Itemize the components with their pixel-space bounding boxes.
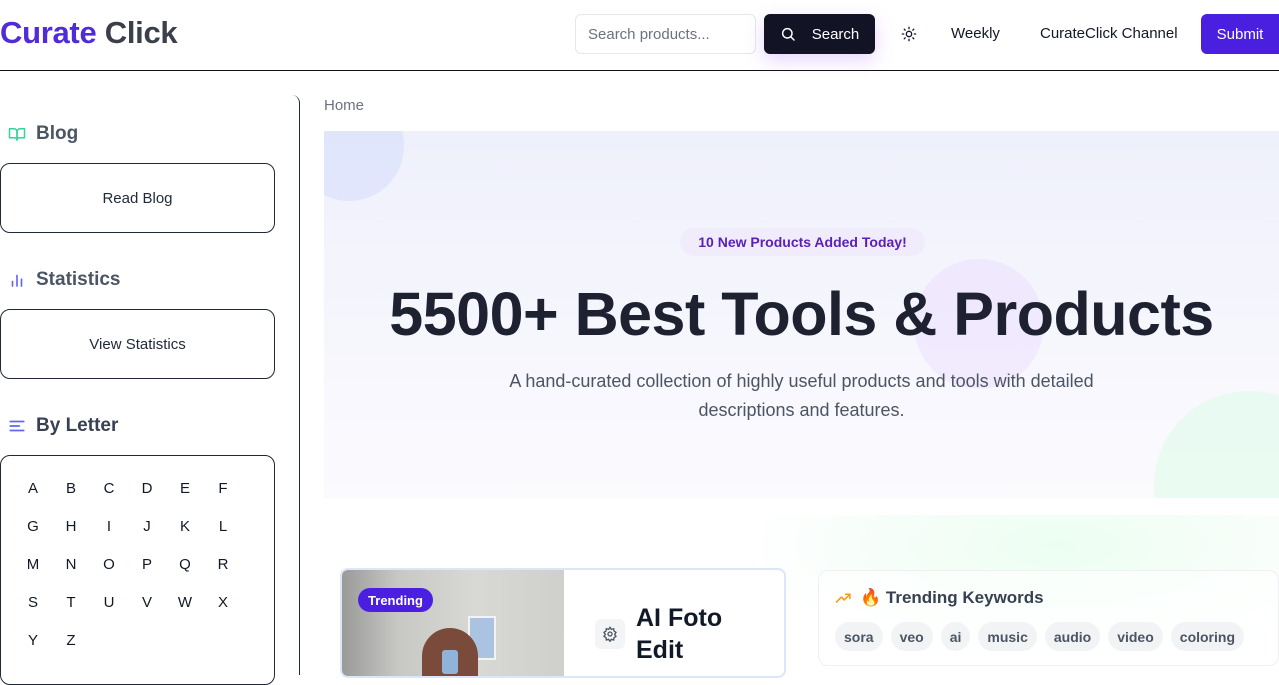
nav-curateclick-channel[interactable]: CurateClick Channel [1040, 25, 1178, 42]
letter-link-u[interactable]: U [99, 594, 119, 611]
blog-heading: Blog [8, 123, 78, 145]
sun-icon [901, 26, 917, 42]
nav-weekly[interactable]: Weekly [951, 25, 1000, 42]
search-input[interactable] [575, 14, 756, 54]
letter-link-y[interactable]: Y [23, 632, 43, 649]
letter-link-e[interactable]: E [175, 480, 195, 497]
letter-link-p[interactable]: P [137, 556, 157, 573]
breadcrumb-home[interactable]: Home [324, 97, 364, 114]
trending-keywords-heading: 🔥 Trending Keywords [835, 588, 1044, 608]
letter-link-l[interactable]: L [213, 518, 233, 535]
header: Curate Click Search Weekly CurateClick C… [0, 0, 1279, 71]
hero-subtitle: A hand-curated collection of highly usef… [509, 371, 1094, 420]
gear-icon [603, 626, 617, 642]
hero-title: 5500+ Best Tools & Products [389, 280, 1214, 348]
letter-link-i[interactable]: I [99, 518, 119, 535]
letter-link-j[interactable]: J [137, 518, 157, 535]
bar-chart-icon [11, 274, 23, 287]
letter-link-a[interactable]: A [23, 480, 43, 497]
blog-heading-label: Blog [36, 123, 79, 144]
letter-link-w[interactable]: W [175, 594, 195, 611]
keyword-chip[interactable]: veo [890, 622, 933, 651]
product-logo [595, 619, 625, 649]
trending-badge: Trending [358, 588, 433, 612]
logo[interactable]: Curate Click [0, 15, 178, 51]
logo-part-2: Click [104, 15, 178, 50]
letter-link-c[interactable]: C [99, 480, 119, 497]
letter-link-x[interactable]: X [213, 594, 233, 611]
letter-grid: A B C D E F G H I J K L M N O P Q R S T U V W X Y Z [0, 455, 275, 685]
decorative-blob [1154, 391, 1279, 498]
keyword-chip[interactable]: audio [1044, 622, 1101, 651]
hero-section: 10 New Products Added Today! 5500+ Best … [324, 131, 1279, 498]
product-title[interactable]: AI Foto Edit [636, 602, 776, 666]
letter-link-d[interactable]: D [137, 480, 157, 497]
letter-link-o[interactable]: O [99, 556, 119, 573]
by-letter-heading-label: By Letter [36, 415, 119, 436]
search-icon [781, 27, 795, 41]
view-statistics-button[interactable]: View Statistics [0, 309, 275, 379]
keyword-chip[interactable]: music [978, 622, 1037, 651]
letter-link-v[interactable]: V [137, 594, 157, 611]
new-products-badge: 10 New Products Added Today! [680, 228, 925, 256]
letter-link-n[interactable]: N [61, 556, 81, 573]
keyword-chip[interactable]: coloring [1170, 622, 1245, 651]
statistics-heading: Statistics [8, 269, 120, 291]
letter-link-f[interactable]: F [213, 480, 233, 497]
submit-button[interactable]: Submit [1201, 14, 1279, 54]
trending-keywords-label: 🔥 Trending Keywords [860, 588, 1044, 607]
statistics-heading-label: Statistics [36, 269, 121, 290]
keyword-list: sora veo ai music audio video coloring [835, 622, 1245, 651]
letter-link-g[interactable]: G [23, 518, 43, 535]
featured-product-card[interactable]: Trending AI Foto Edit [340, 568, 786, 678]
trending-keywords-panel: 🔥 Trending Keywords sora veo ai music audio v… [818, 570, 1279, 666]
sidebar: Blog Read Blog Statistics View Statistic… [0, 95, 300, 685]
book-open-icon [8, 128, 26, 141]
by-letter-heading: By Letter [8, 415, 118, 437]
decorative-blob [324, 131, 404, 201]
product-thumbnail[interactable] [342, 570, 564, 676]
letter-link-z[interactable]: Z [61, 632, 81, 649]
letter-link-b[interactable]: B [61, 480, 81, 497]
letter-link-r[interactable]: R [213, 556, 233, 573]
search-button[interactable]: Search [764, 14, 875, 54]
letter-link-m[interactable]: M [23, 556, 43, 573]
read-blog-button[interactable]: Read Blog [0, 163, 275, 233]
letter-link-h[interactable]: H [61, 518, 81, 535]
keyword-chip[interactable]: video [1108, 622, 1163, 651]
logo-part-1: Curate [0, 15, 97, 50]
theme-toggle-button[interactable] [898, 23, 920, 45]
letter-link-k[interactable]: K [175, 518, 195, 535]
trending-up-icon [835, 592, 851, 603]
letter-link-q[interactable]: Q [175, 556, 195, 573]
keyword-chip[interactable]: sora [835, 622, 883, 651]
align-left-icon [9, 420, 25, 432]
search-button-label: Search [811, 25, 860, 43]
keyword-chip[interactable]: ai [940, 622, 971, 651]
letter-link-t[interactable]: T [61, 594, 81, 611]
letter-link-s[interactable]: S [23, 594, 43, 611]
